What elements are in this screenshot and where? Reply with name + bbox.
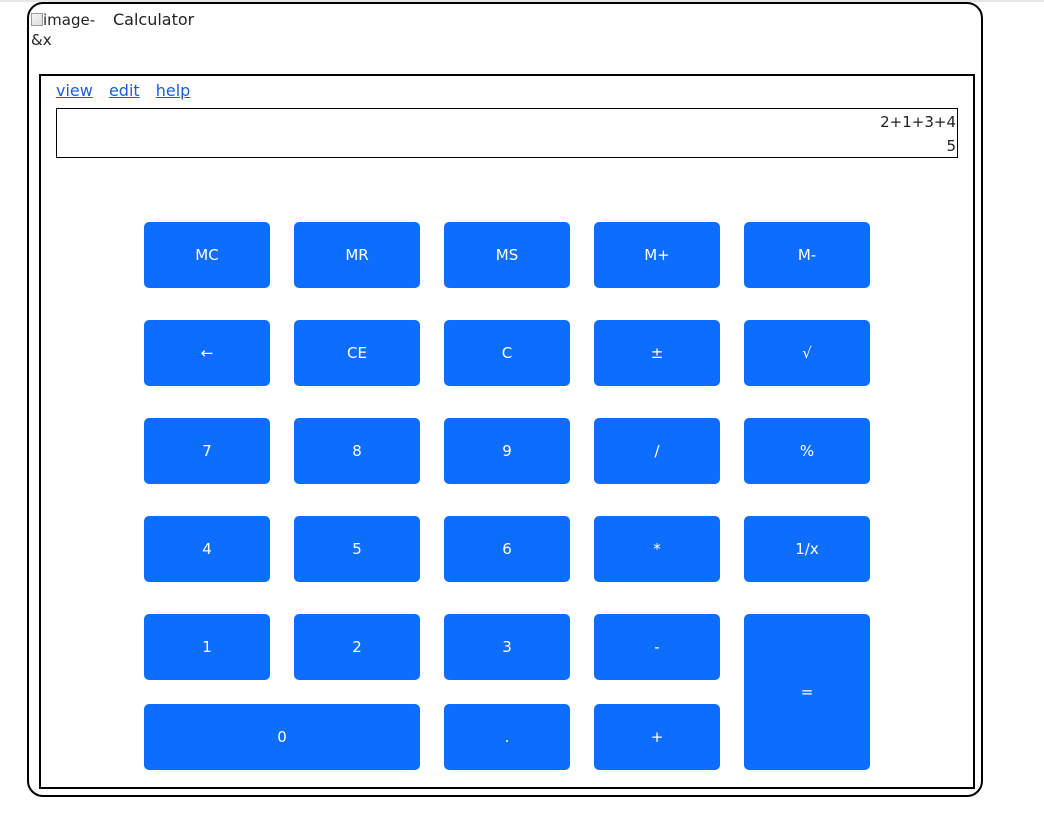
menu-bar: view edit help xyxy=(56,81,201,101)
mr-button[interactable]: MR xyxy=(294,222,420,288)
calculator-body: view edit help 2+1+3+4 5 MC MR MS M+ M- … xyxy=(39,74,975,789)
menu-edit-link[interactable]: edit xyxy=(109,81,140,100)
menu-view-link[interactable]: view xyxy=(56,81,93,100)
decimal-button[interactable]: . xyxy=(444,704,570,770)
plus-button[interactable]: + xyxy=(594,704,720,770)
minus-button[interactable]: - xyxy=(594,614,720,680)
reciprocal-button[interactable]: 1/x xyxy=(744,516,870,582)
window-title: Calculator xyxy=(113,10,195,29)
display-result: 5 xyxy=(946,137,956,155)
calculator-window: image-&x Calculator view edit help 2+1+3… xyxy=(27,2,983,797)
divide-button[interactable]: / xyxy=(594,418,720,484)
ce-button[interactable]: CE xyxy=(294,320,420,386)
digit-9-button[interactable]: 9 xyxy=(444,418,570,484)
ms-button[interactable]: MS xyxy=(444,222,570,288)
digit-5-button[interactable]: 5 xyxy=(294,516,420,582)
m-plus-button[interactable]: M+ xyxy=(594,222,720,288)
broken-image-icon xyxy=(31,13,43,26)
menu-help-link[interactable]: help xyxy=(156,81,191,100)
equals-button[interactable]: = xyxy=(744,614,870,770)
digit-7-button[interactable]: 7 xyxy=(144,418,270,484)
plus-minus-button[interactable]: ± xyxy=(594,320,720,386)
percent-button[interactable]: % xyxy=(744,418,870,484)
digit-8-button[interactable]: 8 xyxy=(294,418,420,484)
m-minus-button[interactable]: M- xyxy=(744,222,870,288)
clear-button[interactable]: C xyxy=(444,320,570,386)
sqrt-button[interactable]: √ xyxy=(744,320,870,386)
display-expression: 2+1+3+4 xyxy=(880,113,956,131)
digit-6-button[interactable]: 6 xyxy=(444,516,570,582)
calculator-display: 2+1+3+4 5 xyxy=(56,108,958,158)
title-image: image-&x xyxy=(31,10,103,50)
mc-button[interactable]: MC xyxy=(144,222,270,288)
backspace-button[interactable]: ← xyxy=(144,320,270,386)
digit-2-button[interactable]: 2 xyxy=(294,614,420,680)
digit-0-button[interactable]: 0 xyxy=(144,704,420,770)
digit-4-button[interactable]: 4 xyxy=(144,516,270,582)
multiply-button[interactable]: * xyxy=(594,516,720,582)
digit-1-button[interactable]: 1 xyxy=(144,614,270,680)
digit-3-button[interactable]: 3 xyxy=(444,614,570,680)
